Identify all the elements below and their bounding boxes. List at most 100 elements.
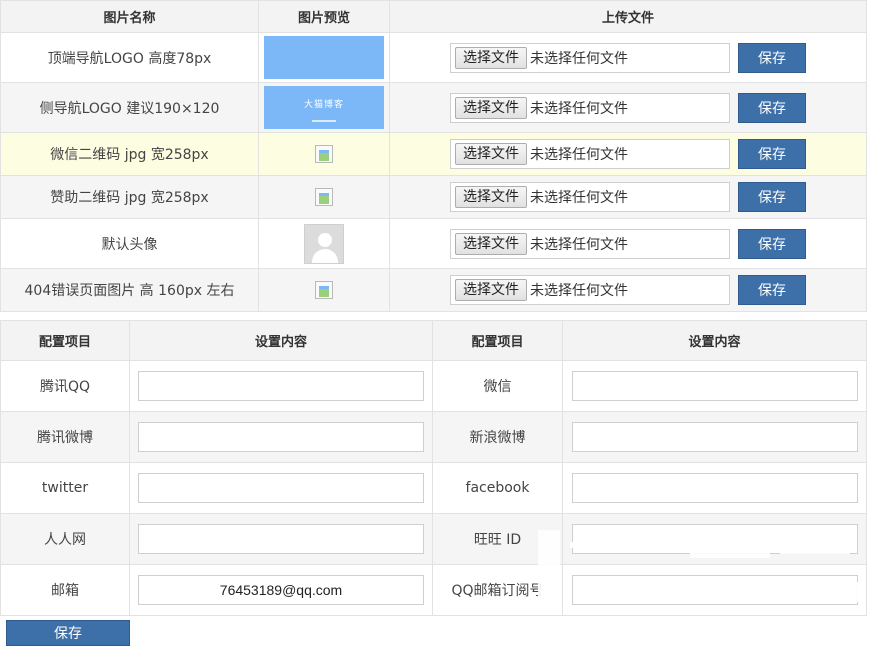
upload-row-label: 侧导航LOGO 建议190×120 xyxy=(0,82,259,133)
config-row-email: 邮箱 76453189@qq.com QQ邮箱订阅号 xyxy=(0,564,867,616)
config-value-cell: 76453189@qq.com xyxy=(129,564,433,616)
social-config-table: 配置项目 设置内容 配置项目 设置内容 腾讯QQ 微信 腾讯微博 新浪微博 tw… xyxy=(0,320,867,616)
save-all-button[interactable]: 保存 xyxy=(6,620,130,646)
upload-cell: 选择文件 未选择任何文件 保存 xyxy=(389,82,867,133)
config-row-qq-wechat: 腾讯QQ 微信 xyxy=(0,360,867,412)
upload-row-side-logo: 侧导航LOGO 建议190×120 大猫博客 选择文件 未选择任何文件 保存 xyxy=(0,82,867,133)
choose-file-button[interactable]: 选择文件 xyxy=(455,96,527,119)
no-file-text: 未选择任何文件 xyxy=(530,50,628,67)
qq-input[interactable] xyxy=(138,371,424,401)
header-config-item: 配置项目 xyxy=(0,320,130,361)
image-upload-table: 图片名称 图片预览 上传文件 顶端导航LOGO 高度78px 选择文件 未选择任何… xyxy=(0,0,867,312)
upload-cell: 选择文件 未选择任何文件 保存 xyxy=(389,218,867,269)
no-file-text: 未选择任何文件 xyxy=(530,100,628,117)
upload-row-label: 顶端导航LOGO 高度78px xyxy=(0,32,259,83)
config-label: 腾讯QQ xyxy=(0,360,130,412)
file-input[interactable]: 选择文件 未选择任何文件 xyxy=(450,275,730,305)
config-row-twitter-facebook: twitter facebook xyxy=(0,462,867,514)
config-value-cell xyxy=(562,462,867,514)
save-button[interactable]: 保存 xyxy=(738,228,806,259)
upload-cell: 选择文件 未选择任何文件 保存 xyxy=(389,132,867,176)
header-upload-file: 上传文件 xyxy=(389,0,867,33)
save-button[interactable]: 保存 xyxy=(738,42,806,73)
upload-cell: 选择文件 未选择任何文件 保存 xyxy=(389,268,867,312)
upload-row-top-logo: 顶端导航LOGO 高度78px 选择文件 未选择任何文件 保存 xyxy=(0,32,867,83)
file-input[interactable]: 选择文件 未选择任何文件 xyxy=(450,42,730,73)
upload-row-label: 微信二维码 jpg 宽258px xyxy=(0,132,259,176)
side-logo-preview-image: 大猫博客 xyxy=(264,86,384,129)
preview-cell xyxy=(258,32,390,83)
config-value-cell xyxy=(562,564,867,616)
no-file-text: 未选择任何文件 xyxy=(530,147,628,163)
save-button[interactable]: 保存 xyxy=(738,275,806,305)
config-label: QQ邮箱订阅号 xyxy=(432,564,563,616)
config-header-row: 配置项目 设置内容 配置项目 设置内容 xyxy=(0,320,867,361)
choose-file-button[interactable]: 选择文件 xyxy=(455,232,527,255)
email-input[interactable]: 76453189@qq.com xyxy=(138,575,424,605)
twitter-input[interactable] xyxy=(138,473,424,503)
config-label: 人人网 xyxy=(0,513,130,565)
no-file-text: 未选择任何文件 xyxy=(530,283,628,299)
config-value-cell xyxy=(562,360,867,412)
config-value-cell xyxy=(562,513,867,565)
save-button[interactable]: 保存 xyxy=(738,139,806,169)
upload-row-label: 默认头像 xyxy=(0,218,259,269)
no-file-text: 未选择任何文件 xyxy=(530,236,628,253)
config-label: 微信 xyxy=(432,360,563,412)
broken-image-icon xyxy=(315,145,333,163)
header-config-item-2: 配置项目 xyxy=(432,320,563,361)
broken-image-icon xyxy=(315,281,333,299)
config-row-weibo: 腾讯微博 新浪微博 xyxy=(0,411,867,463)
tencent-weibo-input[interactable] xyxy=(138,422,424,452)
side-logo-text: 大猫博客 xyxy=(303,100,344,110)
config-label: 邮箱 xyxy=(0,564,130,616)
upload-row-label: 404错误页面图片 高 160px 左右 xyxy=(0,268,259,312)
upload-row-donate-qr: 赞助二维码 jpg 宽258px 选择文件 未选择任何文件 保存 xyxy=(0,175,867,219)
file-input[interactable]: 选择文件 未选择任何文件 xyxy=(450,92,730,123)
config-value-cell xyxy=(562,411,867,463)
config-value-cell xyxy=(129,360,433,412)
config-label: facebook xyxy=(432,462,563,514)
upload-row-wechat-qr: 微信二维码 jpg 宽258px 选择文件 未选择任何文件 保存 xyxy=(0,132,867,176)
config-value-cell xyxy=(129,411,433,463)
config-label: twitter xyxy=(0,462,130,514)
renren-input[interactable] xyxy=(138,524,424,554)
facebook-input[interactable] xyxy=(571,473,858,503)
logo-preview-image xyxy=(264,36,384,79)
save-button[interactable]: 保存 xyxy=(738,92,806,123)
upload-row-404-image: 404错误页面图片 高 160px 左右 选择文件 未选择任何文件 保存 xyxy=(0,268,867,312)
file-input[interactable]: 选择文件 未选择任何文件 xyxy=(450,139,730,169)
config-value-cell xyxy=(129,462,433,514)
choose-file-button[interactable]: 选择文件 xyxy=(455,186,527,208)
no-file-text: 未选择任何文件 xyxy=(530,190,628,206)
config-row-renren-wangwang: 人人网 旺旺 ID xyxy=(0,513,867,565)
choose-file-button[interactable]: 选择文件 xyxy=(455,279,527,301)
choose-file-button[interactable]: 选择文件 xyxy=(455,143,527,165)
header-image-name: 图片名称 xyxy=(0,0,259,33)
preview-cell xyxy=(258,175,390,219)
preview-cell: 大猫博客 xyxy=(258,82,390,133)
file-input[interactable]: 选择文件 未选择任何文件 xyxy=(450,182,730,212)
wangwang-id-input[interactable] xyxy=(571,524,858,554)
choose-file-button[interactable]: 选择文件 xyxy=(455,46,527,69)
upload-header-row: 图片名称 图片预览 上传文件 xyxy=(0,0,867,33)
avatar-preview-icon xyxy=(304,223,344,264)
config-label: 腾讯微博 xyxy=(0,411,130,463)
preview-cell xyxy=(258,268,390,312)
wechat-input[interactable] xyxy=(571,371,858,401)
save-button[interactable]: 保存 xyxy=(738,182,806,212)
header-config-content: 设置内容 xyxy=(129,320,433,361)
header-config-content-2: 设置内容 xyxy=(562,320,867,361)
sina-weibo-input[interactable] xyxy=(571,422,858,452)
file-input[interactable]: 选择文件 未选择任何文件 xyxy=(450,228,730,259)
preview-cell xyxy=(258,132,390,176)
config-label: 新浪微博 xyxy=(432,411,563,463)
config-value-cell xyxy=(129,513,433,565)
preview-cell xyxy=(258,218,390,269)
upload-row-default-avatar: 默认头像 选择文件 未选择任何文件 保存 xyxy=(0,218,867,269)
header-image-preview: 图片预览 xyxy=(258,0,390,33)
upload-cell: 选择文件 未选择任何文件 保存 xyxy=(389,175,867,219)
config-label: 旺旺 ID xyxy=(432,513,563,565)
broken-image-icon xyxy=(315,188,333,206)
qq-mail-subscription-input[interactable] xyxy=(571,575,858,605)
